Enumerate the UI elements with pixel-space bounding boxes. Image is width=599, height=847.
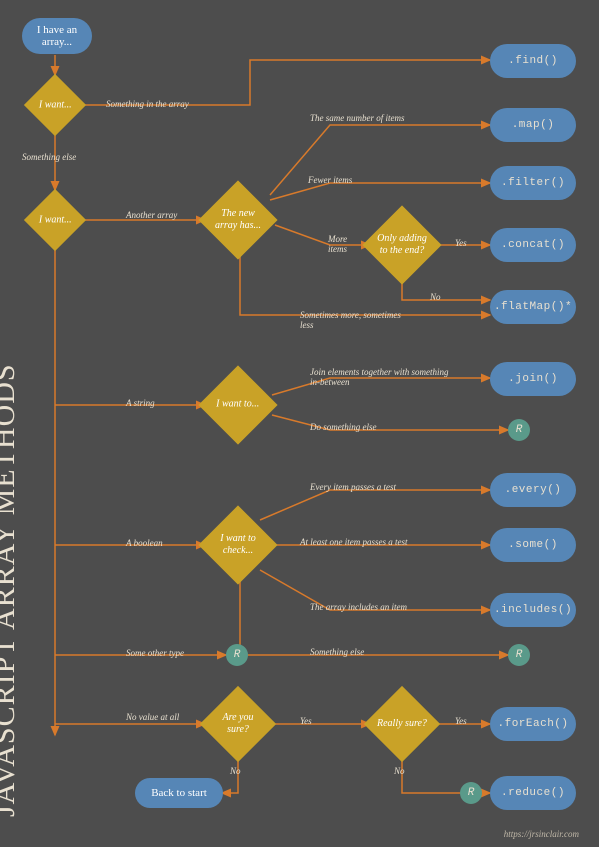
label-array-includes: The array includes an item — [310, 602, 407, 612]
method-includes: .includes() — [490, 593, 576, 627]
label-yes-1: Yes — [455, 238, 467, 248]
label-fewer: Fewer items — [308, 175, 352, 185]
label-something-else-2: Something else — [310, 647, 364, 657]
method-filter: .filter() — [490, 166, 576, 200]
label-yes-2: Yes — [300, 716, 312, 726]
node-want2: I want... — [24, 189, 86, 251]
label-same-number: The same number of items — [310, 113, 410, 123]
r-circle-3: R — [508, 644, 530, 666]
footer-url: https://jrsinclair.com — [504, 829, 579, 839]
method-every: .every() — [490, 473, 576, 507]
method-some: .some() — [490, 528, 576, 562]
label-something-in: Something in the array — [106, 99, 189, 109]
page-title: A CIVILISED GUIDE TO JAVASCRIPT ARRAY ME… — [0, 363, 22, 817]
r-circle-2: R — [226, 644, 248, 666]
node-sure1: Are you sure? — [200, 686, 276, 762]
method-join: .join() — [490, 362, 576, 396]
method-reduce: .reduce() — [490, 776, 576, 810]
label-a-boolean: A boolean — [126, 538, 163, 548]
node-sure2: Really sure? — [364, 686, 440, 762]
node-back: Back to start — [135, 778, 223, 808]
node-check: I want to check... — [198, 505, 277, 584]
method-concat: .concat() — [490, 228, 576, 262]
label-something-else: Something else — [22, 152, 76, 162]
label-a-string: A string — [126, 398, 155, 408]
label-no-3: No — [394, 766, 405, 776]
node-new-array: The new array has... — [198, 180, 277, 259]
label-sometimes: Sometimes more, sometimes less — [300, 310, 410, 330]
label-no-value: No value at all — [126, 712, 181, 722]
method-flatmap: .flatMap()* — [490, 290, 576, 324]
label-more: More items — [328, 234, 368, 254]
node-only-end: Only adding to the end? — [362, 205, 441, 284]
label-yes-3: Yes — [455, 716, 467, 726]
label-at-least: At least one item passes a test — [300, 537, 408, 547]
label-do-else: Do something else — [310, 422, 377, 432]
method-map: .map() — [490, 108, 576, 142]
method-find: .find() — [490, 44, 576, 78]
label-no-2: No — [230, 766, 241, 776]
node-start: I have an array... — [22, 18, 92, 54]
label-every-passes: Every item passes a test — [310, 482, 396, 492]
node-want-to: I want to... — [198, 365, 277, 444]
label-another-array: Another array — [126, 210, 181, 220]
r-circle-1: R — [508, 419, 530, 441]
label-some-other: Some other type — [126, 648, 184, 658]
label-join-elements: Join elements together with something in… — [310, 367, 460, 387]
node-want1: I want... — [24, 74, 86, 136]
method-foreach: .forEach() — [490, 707, 576, 741]
r-circle-4: R — [460, 782, 482, 804]
label-no-1: No — [430, 292, 441, 302]
